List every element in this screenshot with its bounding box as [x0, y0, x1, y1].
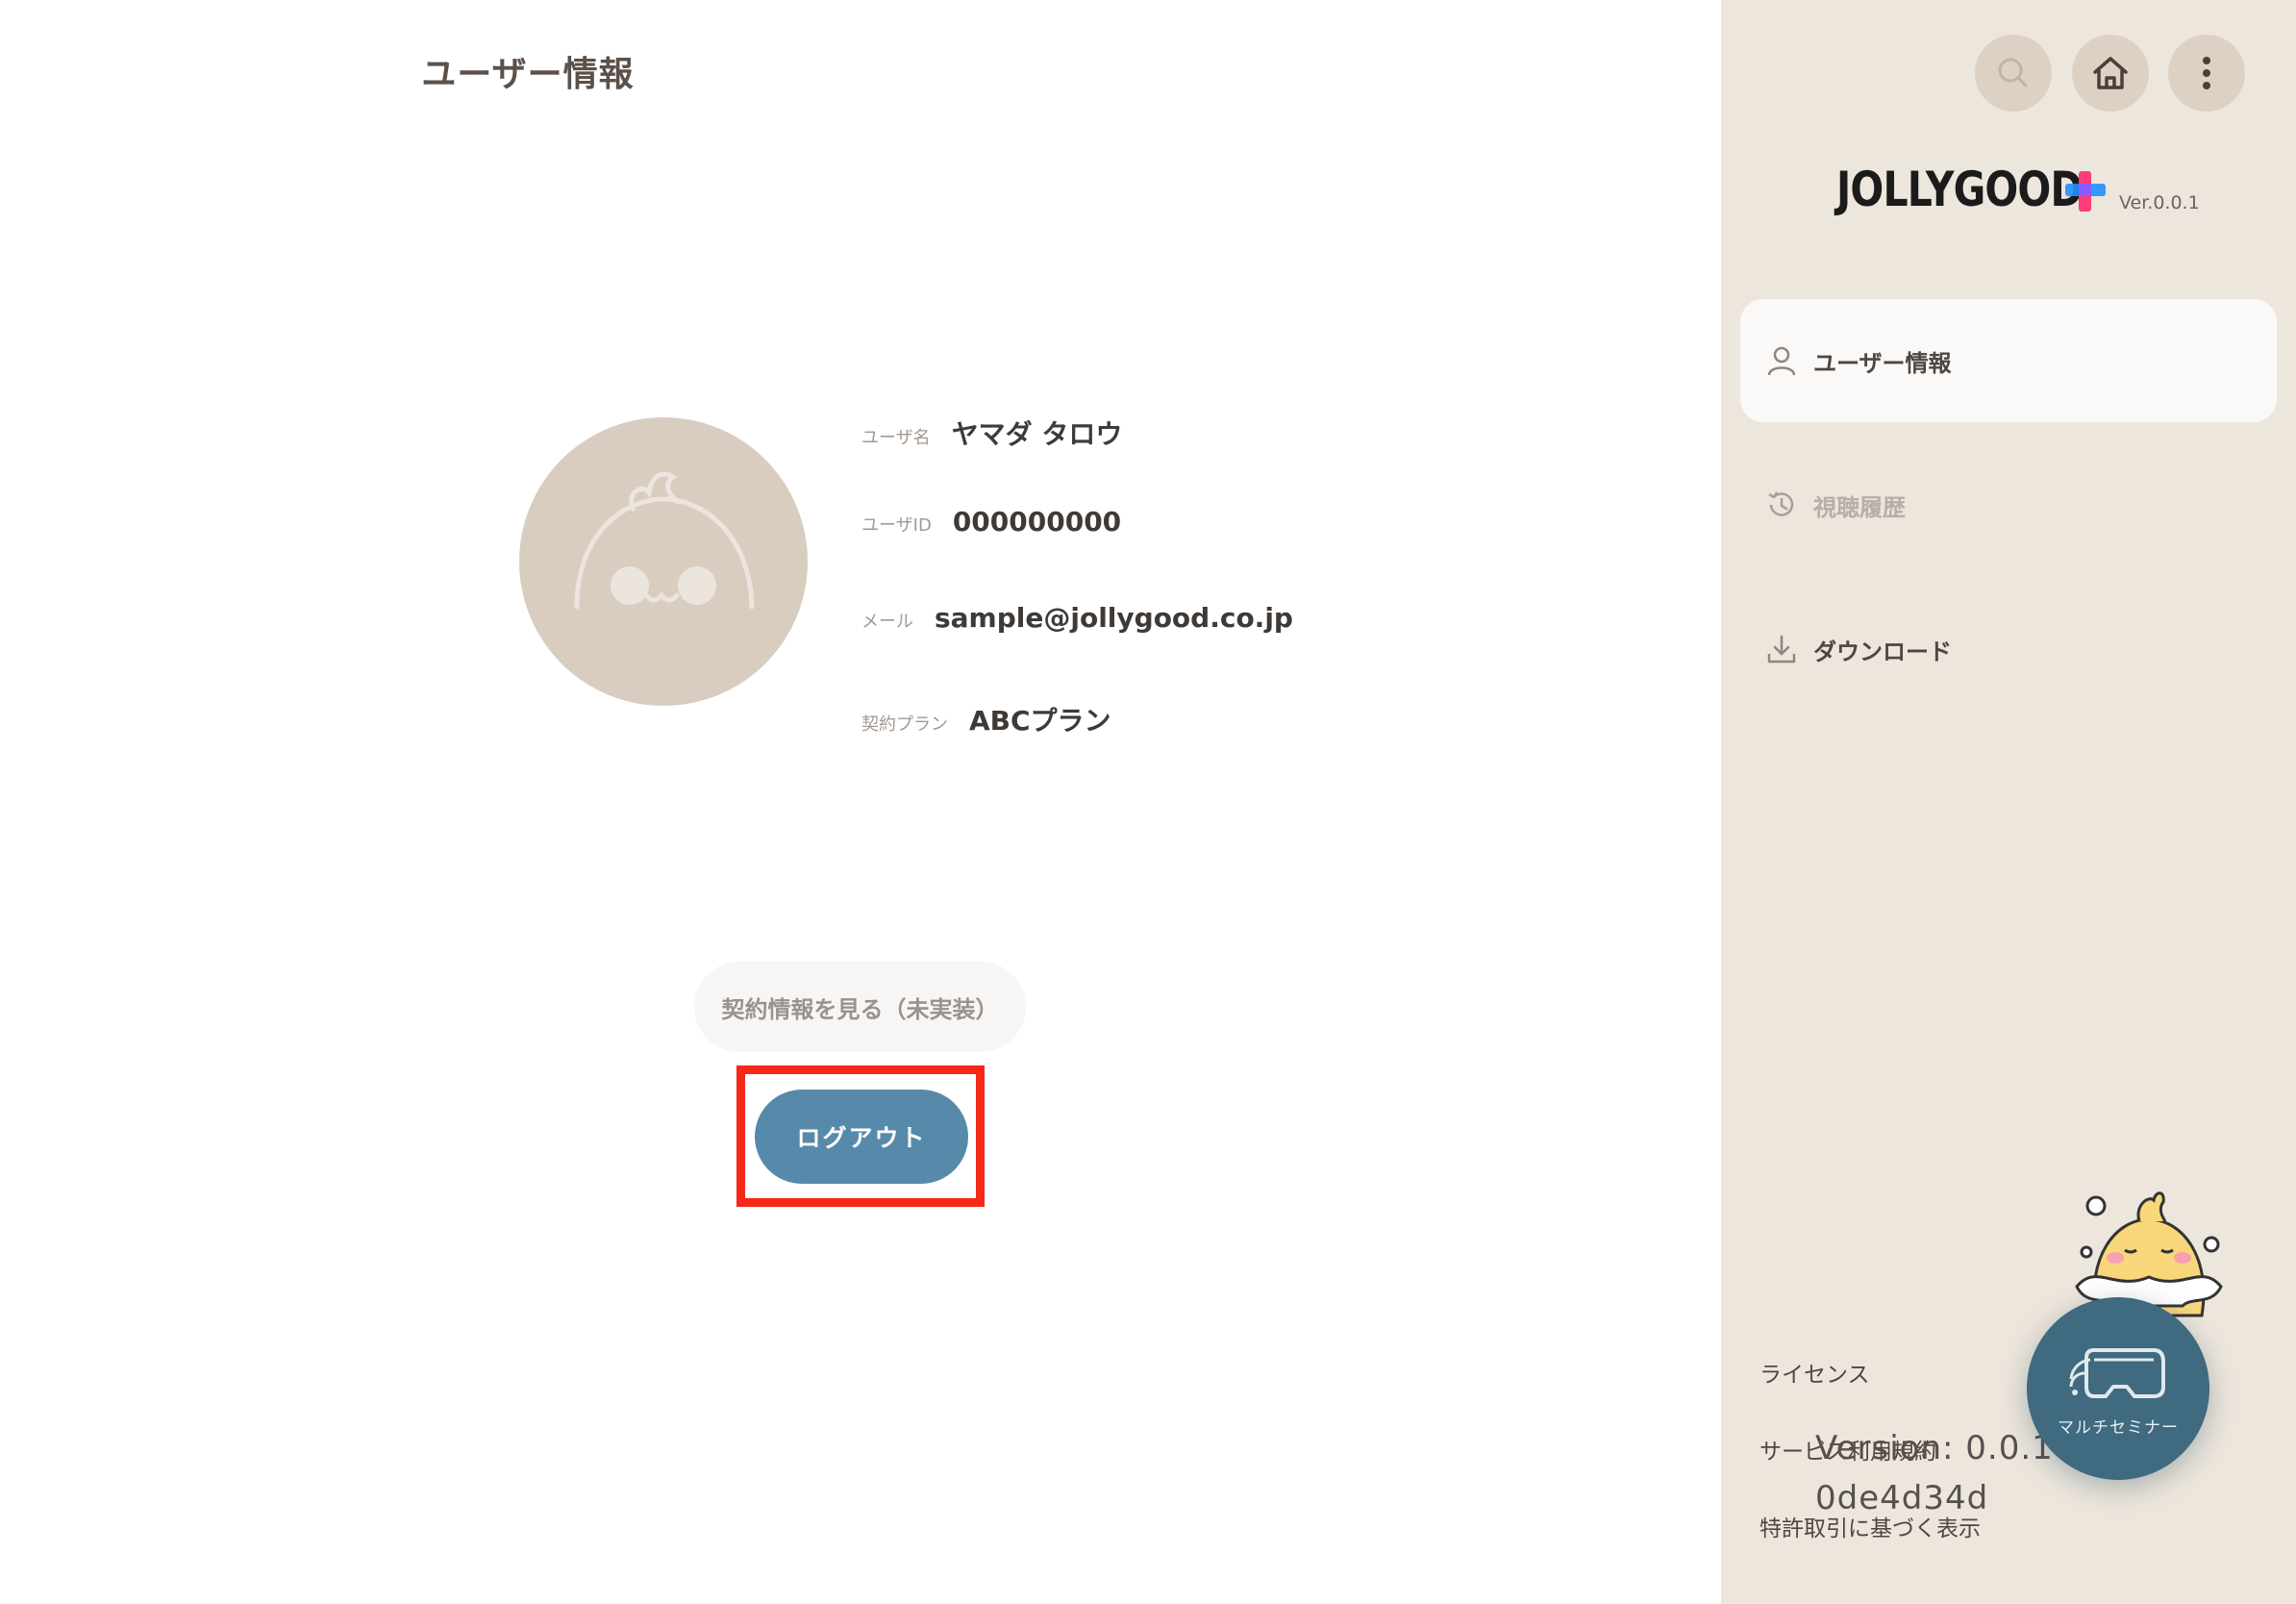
avatar — [519, 417, 808, 706]
home-icon — [2093, 57, 2128, 89]
mail-label: メール — [861, 612, 913, 632]
user-icon — [1767, 346, 1796, 376]
history-icon — [1768, 491, 1794, 516]
nav-label-download: ダウンロード — [1813, 638, 1952, 665]
search-icon — [1998, 58, 2028, 88]
mail-row: メール sample@jollygood.co.jp — [861, 602, 1293, 634]
multi-seminar-button[interactable]: マルチセミナー — [2027, 1297, 2209, 1480]
logo-plus-icon — [2065, 171, 2106, 212]
userid-row: ユーザID 000000000 — [861, 506, 1121, 538]
userid-label: ユーザID — [861, 515, 932, 536]
build-hash: 0de4d34d — [1815, 1479, 1989, 1517]
logout-button[interactable]: ログアウト — [755, 1090, 968, 1184]
nav-item-history[interactable]: 視聴履歴 — [1740, 443, 2277, 566]
search-button[interactable] — [1975, 35, 2052, 112]
mail-value: sample@jollygood.co.jp — [935, 602, 1293, 634]
download-icon — [1767, 635, 1796, 664]
nav-item-user-info[interactable]: ユーザー情報 — [1740, 299, 2277, 422]
nav-item-download[interactable]: ダウンロード — [1740, 588, 2277, 711]
more-vertical-icon — [2203, 57, 2210, 89]
userid-value: 000000000 — [952, 506, 1122, 538]
mascot-placeholder-icon — [574, 471, 755, 610]
username-row: ユーザ名 ヤマダ タロウ — [861, 414, 1122, 452]
home-button[interactable] — [2072, 35, 2149, 112]
nav-label-history: 視聴履歴 — [1813, 493, 1906, 521]
username-value: ヤマダ タロウ — [951, 418, 1123, 450]
nav-label-user-info: ユーザー情報 — [1813, 349, 1952, 377]
main-panel: ユーザー情報 ユーザ名 ヤマダ タロウ ユーザID 000000000 メール … — [0, 0, 1721, 1604]
multi-seminar-label: マルチセミナー — [2058, 1417, 2179, 1438]
version-text: Version: 0.0.1 — [1815, 1429, 2054, 1467]
version-badge: Ver.0.0.1 — [2119, 192, 2200, 213]
more-button[interactable] — [2168, 35, 2245, 112]
app-logo: JOLLYGOOD — [1836, 162, 2084, 217]
plan-label: 契約プラン — [861, 714, 948, 735]
plan-row: 契約プラン ABCプラン — [861, 700, 1111, 739]
page-title: ユーザー情報 — [421, 55, 635, 94]
contract-info-button[interactable]: 契約情報を見る（未実装） — [694, 962, 1026, 1052]
vr-headset-icon — [2069, 1347, 2165, 1398]
plan-value: ABCプラン — [969, 705, 1111, 737]
sidebar: JOLLYGOOD Ver.0.0.1 ユーザー情報 視聴履歴 ダウンロード ラ… — [1721, 0, 2296, 1604]
license-link[interactable]: ライセンス — [1759, 1356, 1870, 1389]
username-label: ユーザ名 — [861, 428, 931, 448]
